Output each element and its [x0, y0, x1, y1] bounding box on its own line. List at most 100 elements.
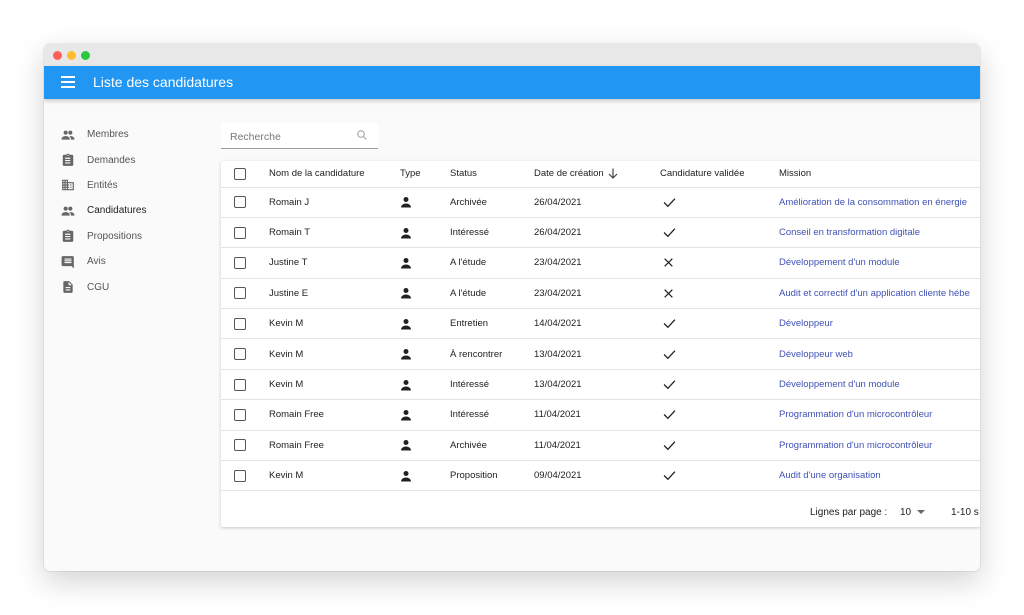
type-cell: [400, 247, 450, 279]
search-input[interactable]: [230, 131, 350, 143]
table-row[interactable]: Kevin M Entretien 14/04/2021 Développeur: [221, 308, 980, 340]
row-checkbox[interactable]: [234, 348, 246, 361]
candidate-name: Kevin M: [269, 460, 400, 492]
header-valid[interactable]: Candidature validée: [660, 161, 779, 188]
check-icon: [663, 409, 676, 420]
row-checkbox[interactable]: [234, 469, 246, 482]
header-type[interactable]: Type: [400, 161, 450, 188]
mission-link[interactable]: Audit et correctif d'un application clie…: [779, 288, 970, 299]
sort-descending-icon[interactable]: [608, 168, 618, 180]
close-icon: [663, 288, 674, 299]
mission-link[interactable]: Développeur web: [779, 349, 853, 360]
mission-link[interactable]: Amélioration de la consommation en énerg…: [779, 197, 967, 208]
row-checkbox[interactable]: [234, 408, 246, 421]
date-cell: 11/04/2021: [534, 399, 660, 431]
mission-link[interactable]: Développement d'un module: [779, 257, 900, 268]
row-checkbox[interactable]: [234, 226, 246, 239]
people-icon: [61, 204, 75, 218]
candidate-name: Romain T: [269, 217, 400, 249]
table-row[interactable]: Kevin M À rencontrer 13/04/2021 Développeur…: [221, 338, 980, 370]
header-mission[interactable]: Mission: [779, 161, 980, 188]
header-status[interactable]: Status: [450, 161, 534, 188]
mission-link[interactable]: Développeur: [779, 318, 833, 329]
table-row[interactable]: Romain Free Intéressé 11/04/2021 Programmat…: [221, 399, 980, 431]
check-icon: [663, 197, 676, 208]
row-checkbox-cell: [221, 187, 269, 218]
header-checkbox-cell: [221, 161, 269, 188]
person-icon: [400, 409, 412, 421]
table-row[interactable]: Kevin M Proposition 09/04/2021 Audit d'une …: [221, 460, 980, 492]
header-name[interactable]: Nom de la candidature: [269, 161, 400, 188]
sidebar: Membres Demandes Entités Candidatures Propos…: [44, 122, 214, 300]
row-checkbox-cell: [221, 430, 269, 462]
sidebar-item-label: CGU: [87, 281, 110, 293]
row-checkbox[interactable]: [234, 317, 246, 330]
sidebar-item-candidatures[interactable]: Candidatures: [44, 198, 214, 223]
sidebar-item-cgu[interactable]: CGU: [44, 274, 214, 299]
row-checkbox[interactable]: [234, 196, 246, 209]
maximize-window-button[interactable]: [81, 51, 90, 60]
sidebar-item-membres[interactable]: Membres: [44, 122, 214, 147]
type-cell: [400, 460, 450, 492]
table-row[interactable]: Justine E A l'étude 23/04/2021 Audit et cor…: [221, 278, 980, 310]
table-header-row: Nom de la candidature Type Status Date d…: [221, 161, 980, 188]
menu-icon[interactable]: [61, 76, 75, 88]
sidebar-item-propositions[interactable]: Propositions: [44, 224, 214, 249]
status-cell: Intéressé: [450, 399, 534, 431]
table-row[interactable]: Romain T Intéressé 26/04/2021 Conseil en tr…: [221, 217, 980, 249]
document-icon: [61, 280, 75, 294]
select-all-checkbox[interactable]: [234, 167, 246, 180]
row-checkbox[interactable]: [234, 256, 246, 269]
row-checkbox[interactable]: [234, 439, 246, 452]
valid-cell: [660, 430, 779, 462]
candidate-name: Kevin M: [269, 308, 400, 340]
candidate-name: Romain Free: [269, 430, 400, 462]
mission-link[interactable]: Audit d'une organisation: [779, 470, 881, 481]
status-cell: A l'étude: [450, 247, 534, 279]
person-icon: [400, 440, 412, 451]
row-checkbox-cell: [221, 369, 269, 401]
mission-link[interactable]: Programmation d'un microcontrôleur: [779, 440, 932, 451]
people-icon: [61, 128, 75, 142]
close-window-button[interactable]: [53, 51, 62, 60]
row-checkbox-cell: [221, 338, 269, 370]
valid-cell: [660, 217, 779, 249]
rows-per-page-select[interactable]: 10: [900, 507, 911, 518]
row-checkbox[interactable]: [234, 287, 246, 300]
sidebar-item-label: Avis: [87, 256, 106, 268]
table-row[interactable]: Kevin M Intéressé 13/04/2021 Développement …: [221, 369, 980, 401]
header-date[interactable]: Date de création: [534, 168, 604, 179]
date-cell: 26/04/2021: [534, 217, 660, 249]
mission-link[interactable]: Développement d'un module: [779, 379, 900, 390]
mission-link[interactable]: Programmation d'un microcontrôleur: [779, 409, 932, 420]
mission-cell: Développement d'un module: [779, 247, 980, 279]
sidebar-item-label: Demandes: [87, 154, 136, 166]
table-row[interactable]: Romain Free Archivée 11/04/2021 Programmati…: [221, 430, 980, 462]
date-cell: 26/04/2021: [534, 187, 660, 218]
search-icon[interactable]: [356, 129, 368, 141]
sidebar-item-label: Candidatures: [87, 205, 147, 217]
valid-cell: [660, 338, 779, 370]
search-field[interactable]: [221, 122, 378, 149]
header-date-cell[interactable]: Date de création: [534, 161, 660, 188]
type-cell: [400, 278, 450, 310]
sidebar-item-avis[interactable]: Avis: [44, 249, 214, 274]
mission-link[interactable]: Conseil en transformation digitale: [779, 227, 920, 238]
sidebar-item-entites[interactable]: Entités: [44, 173, 214, 198]
status-cell: À rencontrer: [450, 338, 534, 370]
page-title: Liste des candidatures: [93, 74, 234, 90]
chevron-down-icon[interactable]: [917, 510, 925, 514]
minimize-window-button[interactable]: [67, 51, 76, 60]
sidebar-item-demandes[interactable]: Demandes: [44, 147, 214, 172]
row-checkbox-cell: [221, 278, 269, 310]
check-icon: [663, 318, 676, 329]
table-row[interactable]: Romain J Archivée 26/04/2021 Amélioration d…: [221, 187, 980, 218]
pagination: Lignes par page : 10 1-10 s: [221, 507, 980, 527]
row-checkbox[interactable]: [234, 378, 246, 391]
date-cell: 14/04/2021: [534, 308, 660, 340]
status-cell: Archivée: [450, 187, 534, 218]
check-icon: [663, 349, 676, 360]
valid-cell: [660, 308, 779, 340]
table-row[interactable]: Justine T A l'étude 23/04/2021 Développemen…: [221, 247, 980, 279]
type-cell: [400, 187, 450, 218]
